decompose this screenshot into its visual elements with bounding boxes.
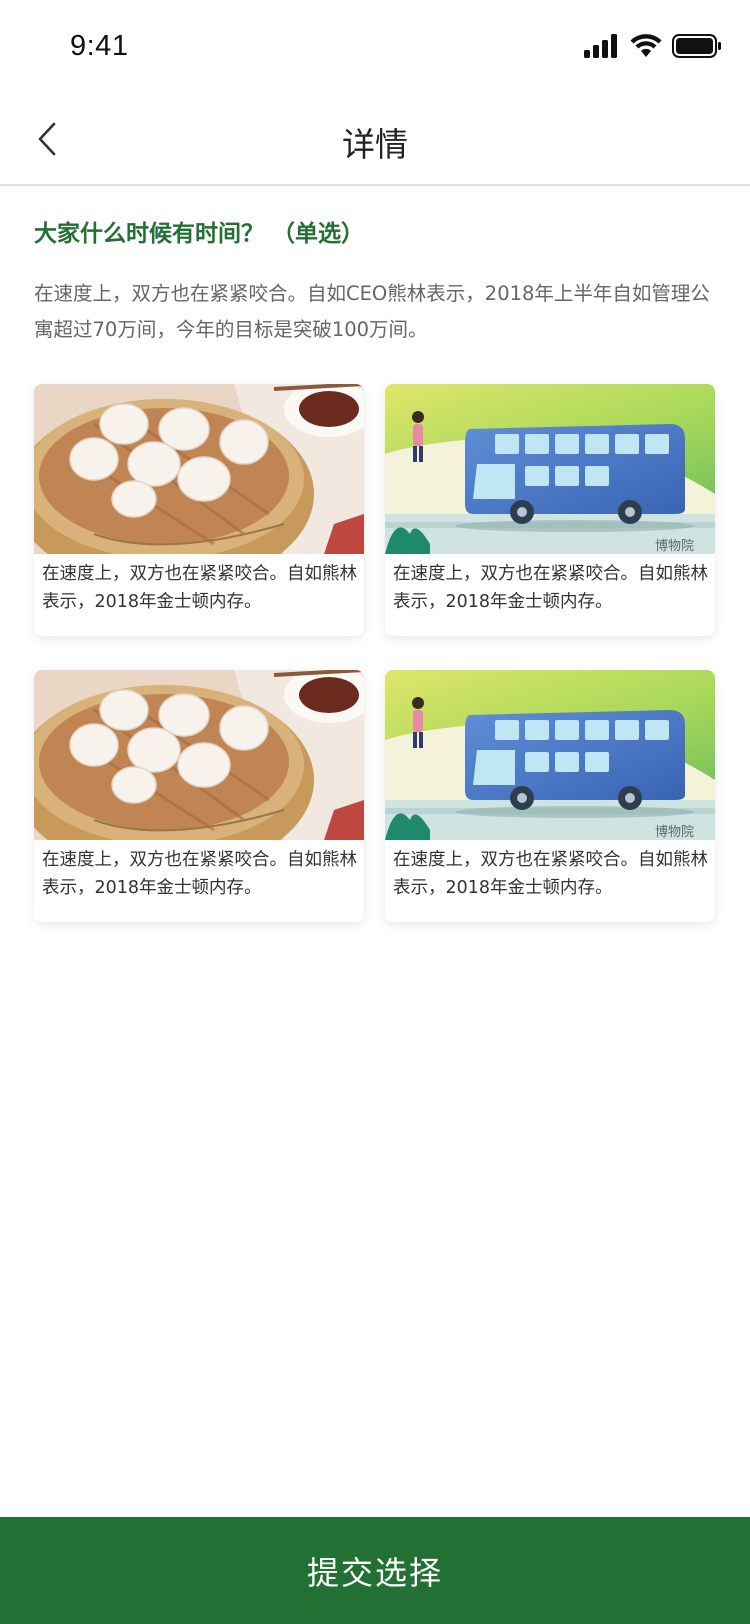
option-card[interactable]: 博物院 在速度上，双方也在紧紧咬合。自如熊林表示，2018年金士顿内存。 bbox=[385, 384, 715, 636]
option-text: 在速度上，双方也在紧紧咬合。自如熊林表示，2018年金士顿内存。 bbox=[393, 850, 708, 898]
bus-image: 博物院 bbox=[385, 384, 715, 554]
cellular-signal-icon bbox=[584, 34, 617, 58]
option-card[interactable]: 在速度上，双方也在紧紧咬合。自如熊林表示，2018年金士顿内存。 bbox=[34, 670, 364, 922]
dumplings-image bbox=[34, 384, 364, 554]
status-bar: 9:41 bbox=[0, 0, 750, 92]
image-caption: 博物院 bbox=[655, 825, 694, 840]
option-text: 在速度上，双方也在紧紧咬合。自如熊林表示，2018年金士顿内存。 bbox=[42, 850, 357, 898]
image-caption: 博物院 bbox=[655, 539, 694, 554]
option-card[interactable]: 博物院 在速度上，双方也在紧紧咬合。自如熊林表示，2018年金士顿内存。 bbox=[385, 670, 715, 922]
battery-icon bbox=[672, 34, 721, 58]
dumplings-image bbox=[34, 670, 364, 840]
status-icons bbox=[584, 32, 722, 60]
page-title: 详情 bbox=[342, 125, 408, 164]
status-time: 9:41 bbox=[70, 30, 129, 62]
bus-image: 博物院 bbox=[385, 670, 715, 840]
wifi-icon bbox=[630, 34, 662, 57]
option-card[interactable]: 在速度上，双方也在紧紧咬合。自如熊林表示，2018年金士顿内存。 bbox=[34, 384, 364, 636]
submit-button[interactable]: 提交选择 bbox=[0, 1517, 750, 1624]
nav-bar: 详情 bbox=[0, 92, 750, 186]
option-text: 在速度上，双方也在紧紧咬合。自如熊林表示，2018年金士顿内存。 bbox=[42, 564, 357, 612]
question-description: 在速度上，双方也在紧紧咬合。自如CEO熊林表示，2018年上半年自如管理公寓超过… bbox=[34, 282, 710, 341]
question-title: 大家什么时候有时间？ （单选） bbox=[34, 221, 365, 247]
option-text: 在速度上，双方也在紧紧咬合。自如熊林表示，2018年金士顿内存。 bbox=[393, 564, 708, 612]
